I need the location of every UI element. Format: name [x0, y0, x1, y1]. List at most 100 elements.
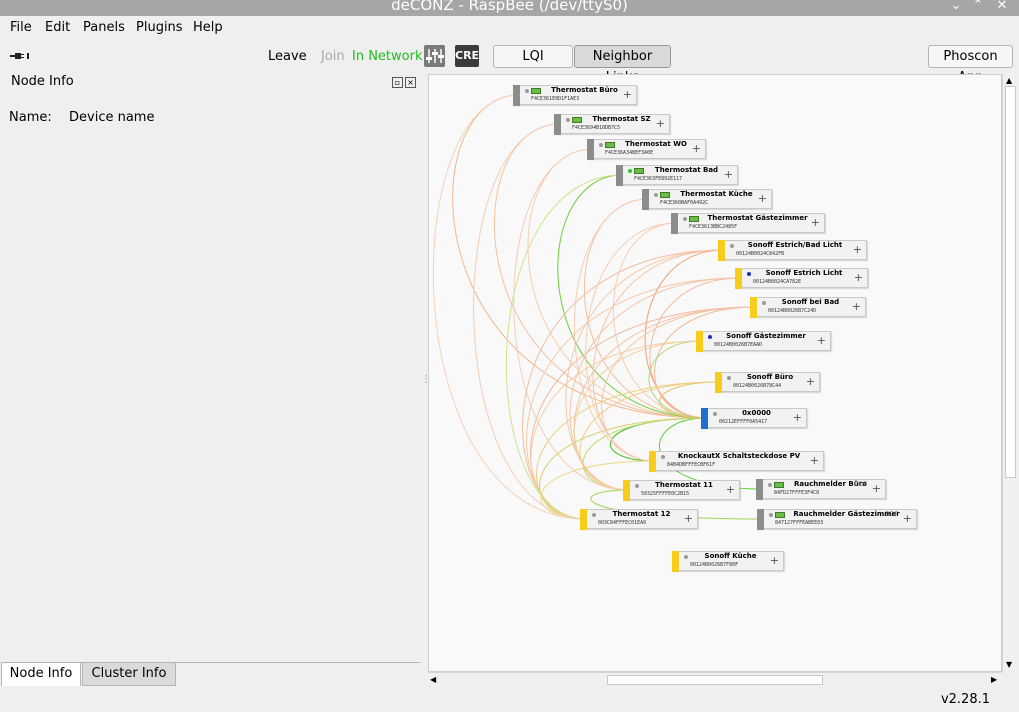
scroll-up-icon[interactable]: ▲	[1006, 76, 1012, 85]
expand-node-icon[interactable]: +	[817, 334, 826, 348]
battery-icon	[531, 88, 541, 94]
tab-node-info[interactable]: Node Info	[1, 662, 81, 686]
device-node[interactable]: Sonoff Büro 00124B0026B78C44 +	[715, 372, 820, 393]
battery-icon	[689, 216, 699, 222]
node-status-dot	[628, 169, 632, 173]
device-node[interactable]: Thermostat Gästezimmer F4CE3613BBC2485F +	[671, 213, 825, 234]
phoscon-app-button[interactable]: Phoscon App	[928, 45, 1013, 85]
node-type-bar	[580, 509, 587, 530]
expand-node-icon[interactable]: +	[724, 168, 733, 182]
device-node[interactable]: Thermostat Büro F4CE361E0D1F1AE3 +	[513, 85, 637, 106]
device-node[interactable]: Thermostat 11 50325FFFFE0C2B15 +	[623, 480, 740, 501]
device-node[interactable]: Sonoff Estrich/Bad Licht 00124B0024C842FB…	[718, 240, 867, 261]
node-address: 003C84FFFEC01EA0	[598, 520, 647, 526]
lqi-button[interactable]: LQI	[493, 45, 573, 68]
device-node[interactable]: Rauchmelder Gästezimmer 847127FFFEABEE03 D…	[757, 509, 917, 530]
device-node[interactable]: Sonoff bei Bad 00124B0026B7C24D +	[750, 297, 866, 318]
maximize-icon[interactable]: ⌃	[970, 0, 986, 13]
expand-node-icon[interactable]: +	[684, 512, 693, 526]
scroll-down-icon[interactable]: ▼	[1006, 660, 1012, 669]
node-status-dot	[727, 376, 731, 380]
minimize-icon[interactable]: ⌄	[948, 0, 964, 13]
menu-file[interactable]: File	[10, 20, 32, 35]
splitter-handle[interactable]: ⋮	[421, 374, 431, 388]
scroll-right-icon[interactable]: ▶	[991, 675, 997, 684]
expand-node-icon[interactable]: +	[853, 243, 862, 257]
expand-node-icon[interactable]: +	[656, 117, 665, 131]
join-button[interactable]: Join	[321, 49, 345, 64]
expand-node-icon[interactable]: +	[872, 482, 881, 496]
toolbar: Leave Join In Network CRE LQI Neighbor L…	[0, 40, 1019, 85]
device-node[interactable]: Thermostat 12 003C84FFFEC01EA0 +	[580, 509, 698, 530]
expand-node-icon[interactable]: +	[806, 375, 815, 389]
node-type-bar	[642, 189, 649, 210]
node-name: KnockautX Schaltsteckdose PV	[677, 452, 801, 460]
node-address: 00124B0026B7C24D	[768, 308, 817, 314]
expand-node-icon[interactable]: +	[692, 142, 701, 156]
status-bar: v2.28.1	[0, 688, 1019, 712]
device-node[interactable]: KnockautX Schaltsteckdose PV 84B4DBFFFECB…	[649, 451, 824, 472]
scroll-left-icon[interactable]: ◀	[430, 675, 436, 684]
expand-node-icon[interactable]: +	[903, 512, 912, 526]
node-type-bar	[701, 408, 708, 429]
node-status-dot	[684, 555, 688, 559]
device-node[interactable]: Sonoff Küche 00124B0026B7F80F +	[672, 551, 784, 572]
battery-icon	[634, 168, 644, 174]
expand-node-icon[interactable]: +	[852, 300, 861, 314]
node-address: 00212EFFFF0A5417	[719, 419, 768, 425]
float-panel-icon[interactable]: ▫	[392, 77, 403, 88]
node-address: F4CE361E0D1F1AE3	[531, 96, 580, 102]
node-graph-canvas[interactable]: Thermostat Büro F4CE361E0D1F1AE3 + Thermost…	[428, 74, 1002, 672]
expand-node-icon[interactable]: +	[854, 271, 863, 285]
equalizer-icon[interactable]	[424, 45, 445, 67]
node-type-bar	[718, 240, 725, 261]
node-name: Sonoff bei Bad	[781, 298, 840, 306]
device-node[interactable]: Thermostat Bad F4CE363FE892E117 +	[616, 165, 738, 186]
vertical-scrollbar[interactable]: ▲ ▼	[1002, 74, 1017, 672]
expand-node-icon[interactable]: +	[758, 192, 767, 206]
vertical-scroll-thumb[interactable]	[1005, 86, 1016, 478]
close-icon[interactable]: ✕	[994, 0, 1010, 13]
node-name: Thermostat 11	[655, 481, 713, 489]
expand-node-icon[interactable]: +	[770, 554, 779, 568]
plug-icon[interactable]	[10, 52, 30, 60]
menu-help[interactable]: Help	[193, 20, 223, 35]
cre-button[interactable]: CRE	[455, 45, 479, 67]
horizontal-scrollbar[interactable]: ◀ ▶	[428, 672, 1002, 687]
node-type-bar	[513, 85, 520, 106]
menu-panels[interactable]: Panels	[83, 20, 125, 35]
expand-node-icon[interactable]: +	[811, 216, 820, 230]
node-name: 0x0000	[742, 409, 771, 417]
tab-cluster-info[interactable]: Cluster Info	[82, 662, 176, 686]
expand-node-icon[interactable]: +	[810, 454, 819, 468]
node-type-bar	[715, 372, 722, 393]
node-address: 84FD27FFFE3F4C0	[774, 490, 820, 496]
battery-icon	[572, 117, 582, 123]
device-node[interactable]: 0x0000 00212EFFFF0A5417 +	[701, 408, 807, 429]
device-node[interactable]: Thermostat SZ F4CE3694B10DB7C5 +	[554, 114, 670, 135]
expand-node-icon[interactable]: +	[793, 411, 802, 425]
node-info-panel: Node Info ▫ × Name: Device name Node Inf…	[0, 74, 420, 686]
node-type-bar	[616, 165, 623, 186]
horizontal-scroll-thumb[interactable]	[607, 675, 823, 685]
device-node[interactable]: Sonoff Estrich Licht 00124B0024CA782E +	[735, 268, 868, 289]
node-address: 00124B0024C842FB	[736, 251, 785, 257]
device-node[interactable]: Thermostat Küche F4CE360BAF0A492C +	[642, 189, 772, 210]
expand-node-icon[interactable]: +	[726, 483, 735, 497]
expand-node-icon[interactable]: +	[623, 88, 632, 102]
neighbor-links-button[interactable]: Neighbor Links	[574, 45, 671, 85]
node-type-bar	[672, 551, 679, 572]
node-type-bar	[750, 297, 757, 318]
close-panel-icon[interactable]: ×	[405, 77, 416, 88]
menu-plugins[interactable]: Plugins	[136, 20, 183, 35]
menu-edit[interactable]: Edit	[45, 20, 70, 35]
device-node[interactable]: Rauchmelder Büro 84FD27FFFE3F4C0 DDF +	[756, 479, 886, 500]
node-address: 00124B0026B7F80F	[690, 562, 739, 568]
node-address: F4CE360BAF0A492C	[660, 200, 709, 206]
leave-button[interactable]: Leave	[268, 49, 307, 64]
node-address: F4CE3613BBC2485F	[689, 224, 738, 230]
network-status: In Network	[352, 49, 423, 64]
name-value: Device name	[69, 110, 155, 125]
device-node[interactable]: Thermostat WO F4CE36A34BEF3A0E +	[587, 139, 706, 160]
device-node[interactable]: Sonoff Gästezimmer 00124B0026B7EAAD +	[696, 331, 831, 352]
